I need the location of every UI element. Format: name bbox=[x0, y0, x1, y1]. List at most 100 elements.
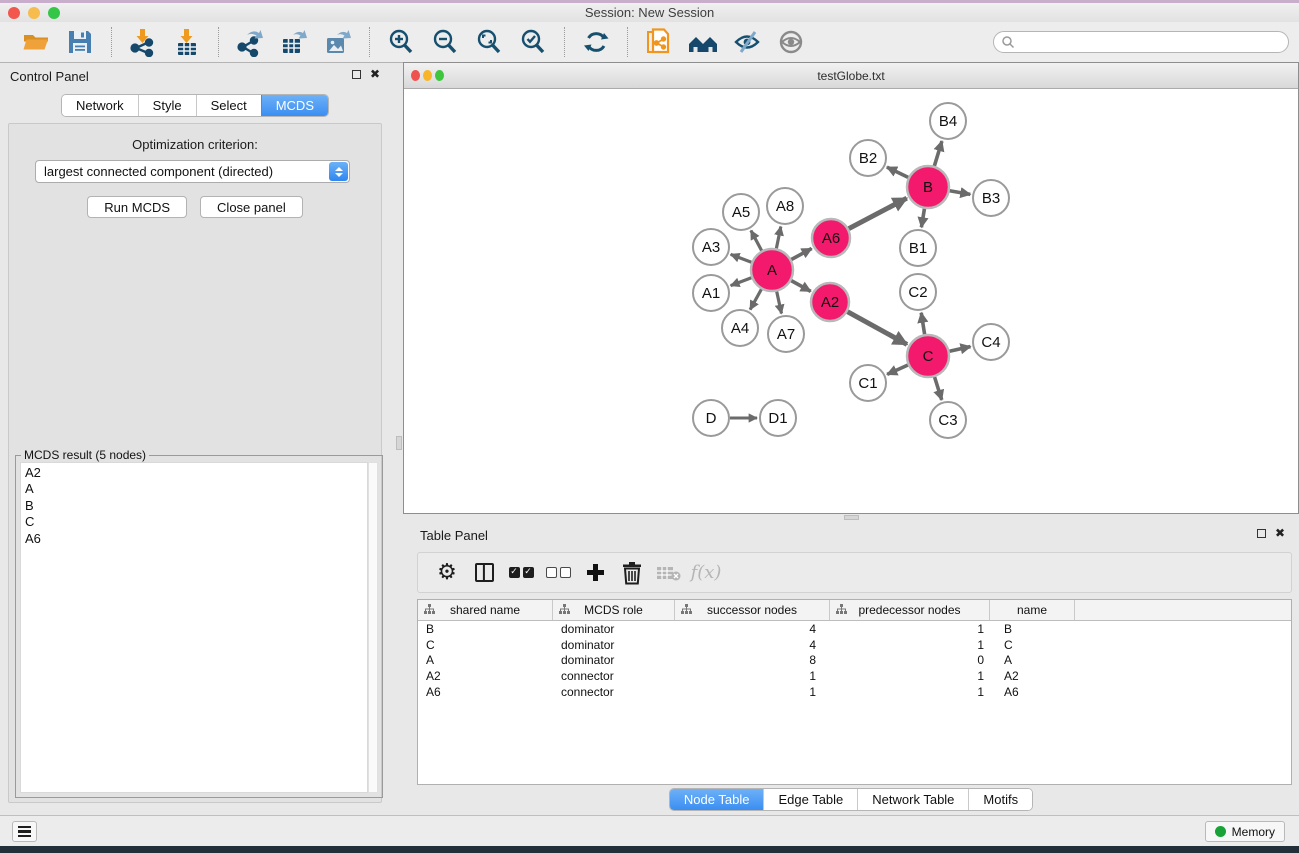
home-button[interactable] bbox=[686, 25, 720, 59]
close-panel-icon[interactable]: ✖ bbox=[370, 69, 380, 79]
graph-edge-A6-B[interactable] bbox=[849, 198, 907, 229]
table-row[interactable]: Cdominator41C bbox=[418, 637, 1291, 653]
vertical-splitter-handle[interactable] bbox=[396, 436, 402, 450]
refresh-layout-button[interactable] bbox=[579, 25, 613, 59]
graph-node-A[interactable]: A bbox=[751, 249, 793, 291]
table-cell[interactable]: dominator bbox=[553, 622, 675, 636]
table-row[interactable]: Adominator80A bbox=[418, 653, 1291, 669]
tab-style[interactable]: Style bbox=[138, 95, 196, 116]
hide-graphics-button[interactable] bbox=[730, 25, 764, 59]
graph-node-D[interactable]: D bbox=[693, 400, 729, 436]
open-file-button[interactable] bbox=[19, 25, 53, 59]
result-scrollbar[interactable] bbox=[368, 462, 378, 793]
graph-edge-C-C2[interactable] bbox=[921, 313, 924, 335]
column-header-name[interactable]: name bbox=[990, 600, 1075, 620]
deselect-all-columns-button[interactable] bbox=[544, 559, 572, 587]
close-panel-button[interactable]: Close panel bbox=[200, 196, 303, 218]
show-columns-button[interactable] bbox=[470, 559, 498, 587]
network-canvas[interactable]: B4B2BB3A8A5A6A3B1AA1C2A2A4A7C4CC1DD1C3 bbox=[404, 89, 1298, 513]
graph-edge-A-A3[interactable] bbox=[731, 254, 752, 262]
graph-node-B[interactable]: B bbox=[907, 166, 949, 208]
table-row[interactable]: Bdominator41B bbox=[418, 621, 1291, 637]
mcds-result-item[interactable]: A6 bbox=[25, 531, 367, 547]
graph-edge-A-A6[interactable] bbox=[791, 248, 811, 259]
table-cell[interactable]: 1 bbox=[830, 622, 990, 636]
graph-node-B4[interactable]: B4 bbox=[930, 103, 966, 139]
graph-edge-A-A1[interactable] bbox=[731, 278, 752, 286]
graph-node-C1[interactable]: C1 bbox=[850, 365, 886, 401]
table-cell[interactable]: connector bbox=[553, 685, 675, 699]
tab-select[interactable]: Select bbox=[196, 95, 261, 116]
float-panel-icon[interactable] bbox=[352, 70, 361, 79]
graph-node-C3[interactable]: C3 bbox=[930, 402, 966, 438]
graph-edge-B-B2[interactable] bbox=[887, 167, 908, 177]
graph-node-A2[interactable]: A2 bbox=[811, 283, 849, 321]
table-cell[interactable]: dominator bbox=[553, 638, 675, 652]
tab-motifs[interactable]: Motifs bbox=[968, 789, 1032, 810]
search-input[interactable] bbox=[1015, 33, 1288, 51]
export-network-button[interactable] bbox=[233, 25, 267, 59]
save-session-button[interactable] bbox=[63, 25, 97, 59]
table-cell[interactable]: A bbox=[990, 653, 1075, 667]
graph-node-B1[interactable]: B1 bbox=[900, 230, 936, 266]
graph-edge-A2-C[interactable] bbox=[848, 312, 907, 345]
graph-edge-B-B1[interactable] bbox=[921, 209, 924, 228]
table-cell[interactable]: A2 bbox=[418, 669, 553, 683]
function-builder-button[interactable]: f(x) bbox=[692, 559, 720, 587]
network-document-button[interactable] bbox=[642, 25, 676, 59]
tab-network-table[interactable]: Network Table bbox=[857, 789, 968, 810]
zoom-fit-button[interactable] bbox=[472, 25, 506, 59]
column-header-shared-name[interactable]: shared name bbox=[418, 600, 553, 620]
show-eye-button[interactable] bbox=[774, 25, 808, 59]
select-all-columns-button[interactable]: ✓✓ bbox=[507, 559, 535, 587]
criterion-dropdown[interactable]: largest connected component (directed) bbox=[35, 160, 350, 183]
graph-node-A4[interactable]: A4 bbox=[722, 310, 758, 346]
table-cell[interactable]: C bbox=[990, 638, 1075, 652]
graph-edge-A-A2[interactable] bbox=[791, 281, 810, 292]
graph-edge-B-B4[interactable] bbox=[934, 141, 942, 166]
table-cell[interactable]: A6 bbox=[418, 685, 553, 699]
graph-node-B3[interactable]: B3 bbox=[973, 180, 1009, 216]
table-cell[interactable]: B bbox=[418, 622, 553, 636]
mcds-result-item[interactable]: A2 bbox=[25, 465, 367, 481]
table-cell[interactable]: 4 bbox=[675, 622, 830, 636]
table-row[interactable]: A6connector11A6 bbox=[418, 684, 1291, 700]
graph-edge-B-B3[interactable] bbox=[950, 191, 971, 195]
tab-network[interactable]: Network bbox=[62, 95, 138, 116]
table-cell[interactable]: 1 bbox=[675, 685, 830, 699]
graph-edge-A-A4[interactable] bbox=[750, 289, 761, 309]
graph-node-D1[interactable]: D1 bbox=[760, 400, 796, 436]
zoom-selected-button[interactable] bbox=[516, 25, 550, 59]
graph-node-B2[interactable]: B2 bbox=[850, 140, 886, 176]
graph-node-C4[interactable]: C4 bbox=[973, 324, 1009, 360]
import-network-button[interactable] bbox=[126, 25, 160, 59]
import-table-button[interactable] bbox=[170, 25, 204, 59]
tab-mcds[interactable]: MCDS bbox=[261, 95, 328, 116]
column-header-successor-nodes[interactable]: successor nodes bbox=[675, 600, 830, 620]
horizontal-splitter-handle[interactable] bbox=[844, 515, 859, 520]
memory-button[interactable]: Memory bbox=[1205, 821, 1285, 842]
graph-edge-C-C3[interactable] bbox=[935, 377, 942, 400]
table-row[interactable]: A2connector11A2 bbox=[418, 668, 1291, 684]
close-table-panel-icon[interactable]: ✖ bbox=[1275, 528, 1285, 538]
table-cell[interactable]: A bbox=[418, 653, 553, 667]
tab-edge-table[interactable]: Edge Table bbox=[763, 789, 857, 810]
graph-node-A6[interactable]: A6 bbox=[812, 219, 850, 257]
mcds-result-item[interactable]: A bbox=[25, 481, 367, 497]
table-cell[interactable]: 1 bbox=[830, 685, 990, 699]
mcds-result-item[interactable]: B bbox=[25, 498, 367, 514]
graph-node-C2[interactable]: C2 bbox=[900, 274, 936, 310]
table-cell[interactable]: 8 bbox=[675, 653, 830, 667]
table-cell[interactable]: 0 bbox=[830, 653, 990, 667]
mcds-result-item[interactable]: C bbox=[25, 514, 367, 530]
graph-edge-A-A7[interactable] bbox=[777, 291, 782, 313]
network-window-titlebar[interactable]: testGlobe.txt bbox=[404, 63, 1298, 89]
delete-table-button[interactable] bbox=[655, 559, 683, 587]
table-cell[interactable]: 1 bbox=[675, 669, 830, 683]
graph-node-A8[interactable]: A8 bbox=[767, 188, 803, 224]
column-header-MCDS-role[interactable]: MCDS role bbox=[553, 600, 675, 620]
table-cell[interactable]: dominator bbox=[553, 653, 675, 667]
run-mcds-button[interactable]: Run MCDS bbox=[87, 196, 187, 218]
add-column-button[interactable] bbox=[581, 559, 609, 587]
graph-edge-A-A8[interactable] bbox=[776, 227, 780, 249]
